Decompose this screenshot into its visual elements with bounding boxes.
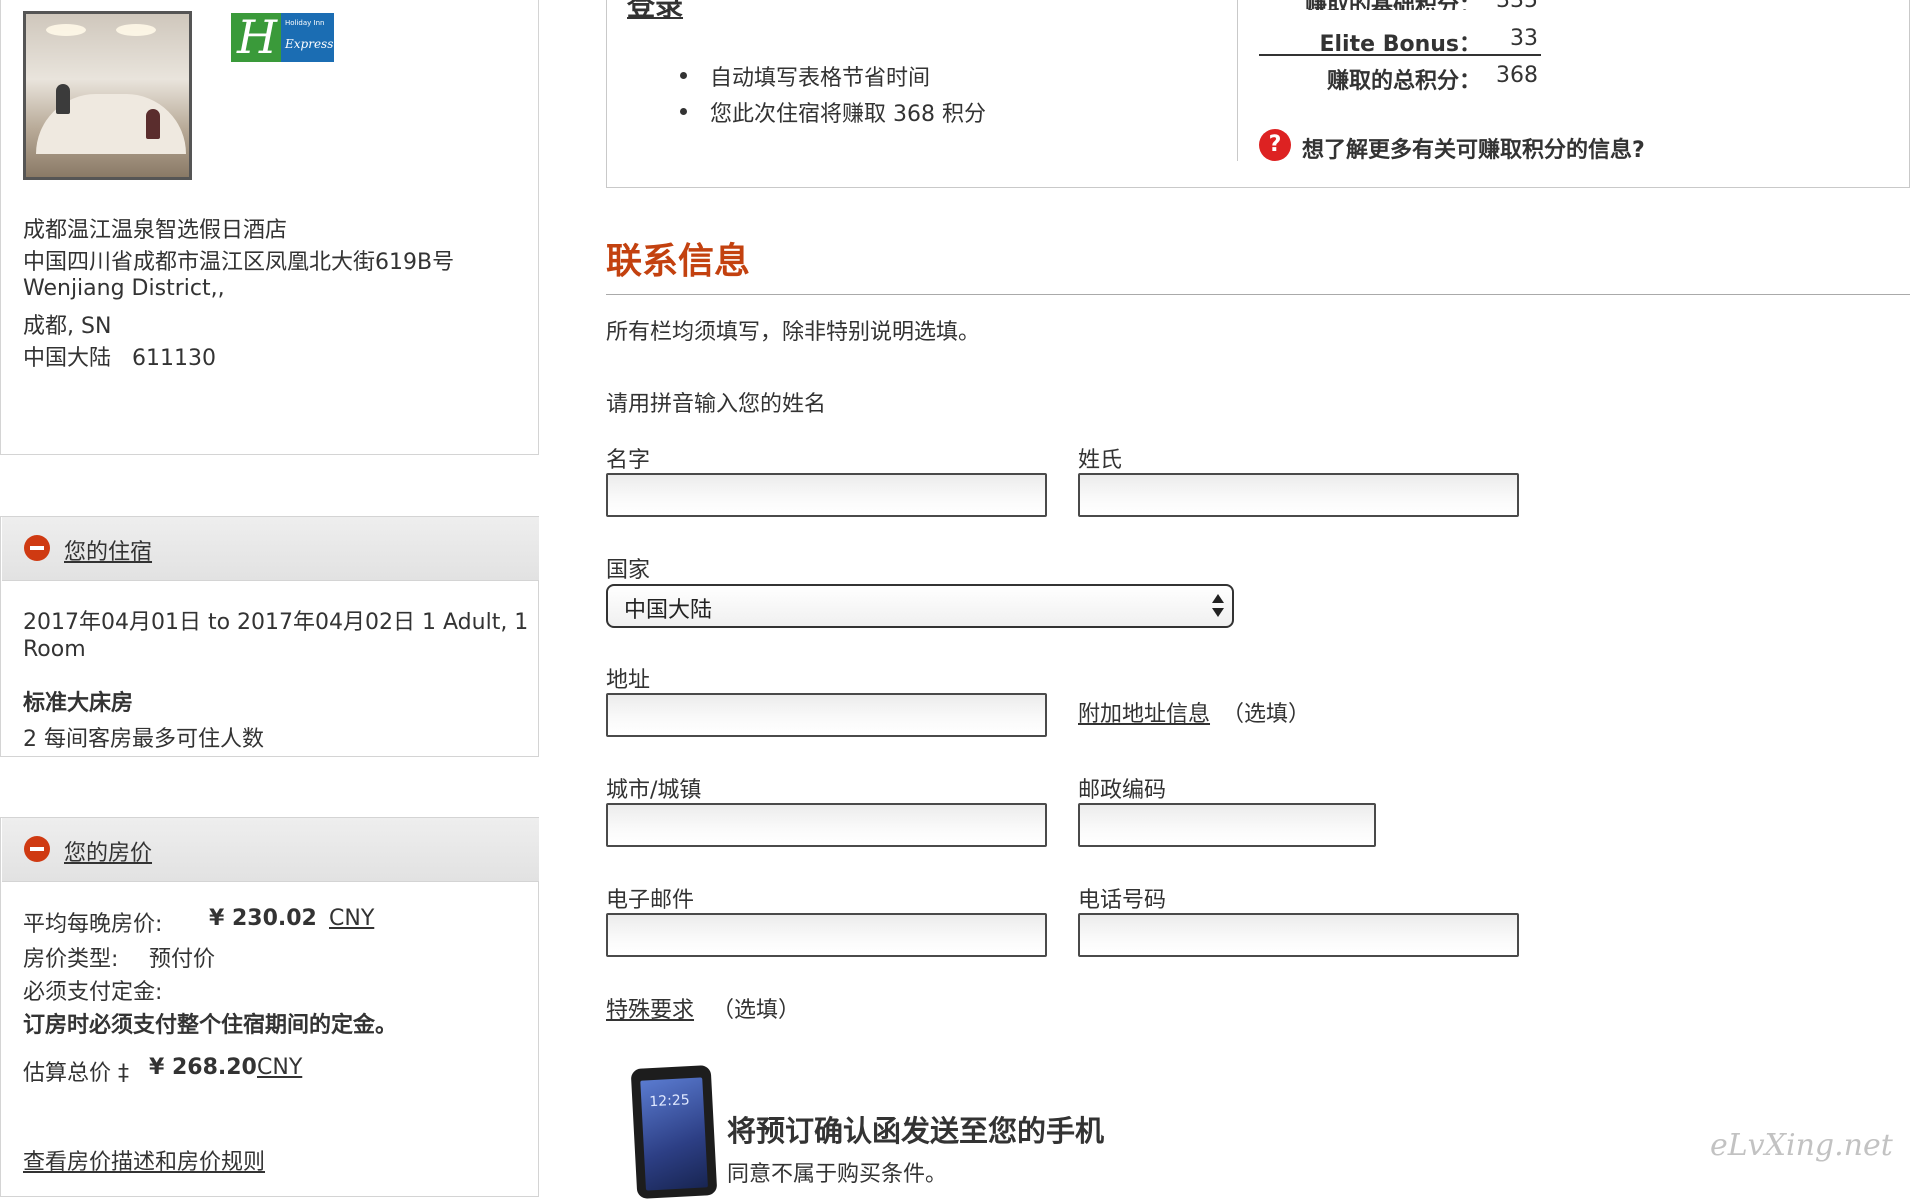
first-name-label: 名字 bbox=[606, 442, 650, 474]
points-sum-line bbox=[1259, 54, 1541, 56]
help-question-icon[interactable]: ? bbox=[1259, 129, 1291, 161]
total-currency-link[interactable]: CNY bbox=[257, 1055, 302, 1080]
hotel-address-line2: Wenjiang District,, bbox=[23, 276, 225, 301]
bullet-dot bbox=[680, 108, 687, 115]
collapse-minus-icon[interactable] bbox=[24, 836, 50, 862]
contact-title-divider bbox=[606, 294, 1910, 295]
rate-panel: 您的房价 平均每晚房价: ¥ 230.02 CNY 房价类型: 预付价 必须支付… bbox=[0, 817, 539, 1197]
sms-subtitle: 同意不属于购买条件。 bbox=[727, 1156, 947, 1188]
address-input[interactable] bbox=[606, 693, 1047, 737]
country-selected-value: 中国大陆 bbox=[624, 592, 712, 624]
rate-type-label: 房价类型: bbox=[23, 941, 118, 973]
hotel-address-line3: 成都, SN bbox=[23, 308, 111, 340]
bullet-dot bbox=[680, 72, 687, 79]
postal-code-input[interactable] bbox=[1078, 803, 1376, 847]
avg-rate-value: ¥ 230.02 bbox=[209, 906, 317, 931]
deposit-label: 必须支付定金: bbox=[23, 974, 162, 1006]
sms-title: 将预订确认函发送至您的手机 bbox=[727, 1108, 1104, 1150]
extra-address-optional: （选填） bbox=[1222, 696, 1310, 728]
stay-dates-cont: Room bbox=[23, 637, 86, 662]
last-name-input[interactable] bbox=[1078, 473, 1519, 517]
required-note: 所有栏均须填写，除非特别说明选填。 bbox=[606, 314, 980, 346]
holiday-inn-express-logo: H Holiday Inn Express bbox=[231, 13, 334, 62]
city-label: 城市/城镇 bbox=[606, 772, 701, 804]
avg-rate-label: 平均每晚房价: bbox=[23, 906, 162, 938]
deposit-text: 订房时必须支付整个住宿期间的定金。 bbox=[23, 1007, 397, 1039]
total-label: 估算总价 ‡ bbox=[23, 1055, 129, 1087]
collapse-minus-icon[interactable] bbox=[24, 535, 50, 561]
rate-type-value: 预付价 bbox=[149, 941, 215, 973]
hotel-photo bbox=[23, 11, 192, 180]
total-points-label: 赚取的总积分： bbox=[1259, 63, 1481, 95]
login-link[interactable]: 登录 bbox=[627, 0, 683, 24]
base-points-label: 赚取的基础积分： bbox=[1259, 0, 1481, 10]
total-value: ¥ 268.20 bbox=[149, 1055, 257, 1080]
more-points-info-link[interactable]: 想了解更多有关可赚取积分的信息? bbox=[1302, 132, 1645, 164]
email-label: 电子邮件 bbox=[606, 882, 694, 914]
points-divider-vertical bbox=[1237, 0, 1238, 161]
hotel-address-line4: 中国大陆 611130 bbox=[23, 340, 216, 372]
extra-address-link[interactable]: 附加地址信息 bbox=[1078, 696, 1210, 728]
postal-code-label: 邮政编码 bbox=[1078, 772, 1166, 804]
room-type: 标准大床房 bbox=[23, 685, 133, 717]
select-arrows-icon bbox=[1212, 592, 1224, 620]
stay-header-link[interactable]: 您的住宿 bbox=[64, 534, 152, 566]
stay-header[interactable]: 您的住宿 bbox=[2, 517, 539, 581]
special-requests-link[interactable]: 特殊要求 bbox=[606, 992, 694, 1024]
hotel-address-line1: 中国四川省成都市温江区凤凰北大街619B号 bbox=[23, 244, 454, 276]
stay-dates: 2017年04月01日 to 2017年04月02日 1 Adult, 1 bbox=[23, 604, 528, 636]
benefit-item: 您此次住宿将赚取 368 积分 bbox=[710, 96, 986, 128]
special-requests-optional: （选填） bbox=[712, 992, 800, 1024]
hotel-name: 成都温江温泉智选假日酒店 bbox=[23, 212, 287, 244]
rate-header-link[interactable]: 您的房价 bbox=[64, 835, 152, 867]
country-label: 国家 bbox=[606, 552, 650, 584]
rate-header[interactable]: 您的房价 bbox=[2, 818, 539, 882]
smartphone-image: 12:25 bbox=[631, 1065, 718, 1199]
contact-title: 联系信息 bbox=[606, 232, 750, 284]
first-name-input[interactable] bbox=[606, 473, 1047, 517]
room-occupancy: 2 每间客房最多可住人数 bbox=[23, 721, 264, 753]
country-select[interactable]: 中国大陆 bbox=[606, 584, 1234, 628]
total-points-value: 368 bbox=[1487, 63, 1538, 88]
city-input[interactable] bbox=[606, 803, 1047, 847]
rewards-box: 登录 自动填写表格节省时间 您此次住宿将赚取 368 积分 赚取的基础积分： 3… bbox=[606, 0, 1910, 188]
last-name-label: 姓氏 bbox=[1078, 442, 1122, 474]
pinyin-note: 请用拼音输入您的姓名 bbox=[606, 386, 826, 418]
phone-label: 电话号码 bbox=[1078, 882, 1166, 914]
benefit-item: 自动填写表格节省时间 bbox=[710, 60, 930, 92]
email-input[interactable] bbox=[606, 913, 1047, 957]
rate-rules-link[interactable]: 查看房价描述和房价规则 bbox=[23, 1144, 265, 1176]
address-label: 地址 bbox=[606, 662, 650, 694]
stay-panel: 您的住宿 2017年04月01日 to 2017年04月02日 1 Adult,… bbox=[0, 516, 539, 757]
hotel-info-panel: H Holiday Inn Express 成都温江温泉智选假日酒店 中国四川省… bbox=[0, 0, 539, 455]
avg-rate-currency-link[interactable]: CNY bbox=[329, 906, 374, 931]
phone-input[interactable] bbox=[1078, 913, 1519, 957]
elite-bonus-value: 33 bbox=[1487, 26, 1538, 51]
watermark: eLvXing.net bbox=[1710, 1128, 1893, 1163]
base-points-value: 335 bbox=[1487, 0, 1538, 10]
